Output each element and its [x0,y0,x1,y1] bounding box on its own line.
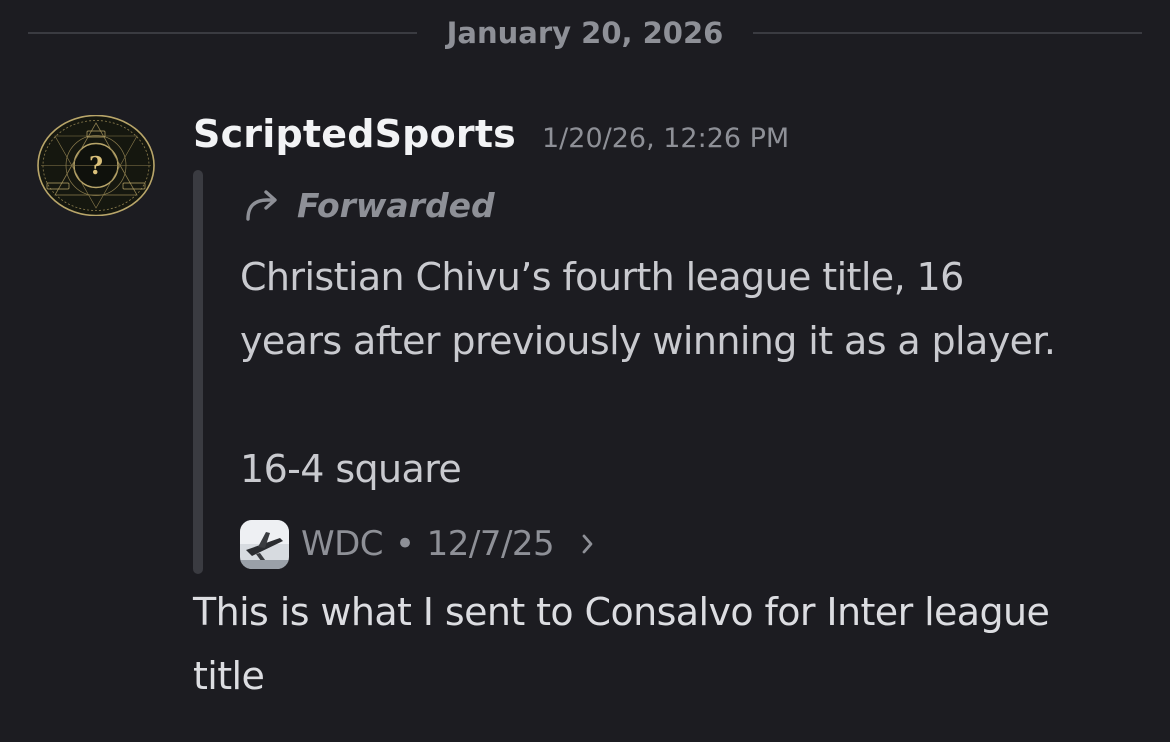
mystery-question-emblem-icon: ? [37,114,155,217]
forwarded-text-line: years after previously winning it as a p… [240,319,1056,363]
message-content: This is what I sent to Consalvo for Inte… [193,580,1153,708]
divider-line-right [753,32,1142,34]
avatar[interactable]: ? [37,114,155,217]
message-text-line: title [193,654,265,698]
source-separator: • [395,524,415,564]
chevron-right-icon [582,534,593,554]
author-name[interactable]: ScriptedSports [193,112,516,156]
forwarded-text-line: 16-4 square [240,447,462,491]
date-divider: January 20, 2026 [28,12,1142,54]
divider-line-left [28,32,417,34]
message-timestamp: 1/20/26, 12:26 PM [542,123,790,154]
forward-arrow-icon [246,190,277,221]
chat-message-view: January 20, 2026 ? ScriptedSports 1/20/2… [0,0,1170,742]
forwarded-message-text: Christian Chivu’s fourth league title, 1… [240,245,1150,501]
forwarded-text-line: Christian Chivu’s fourth league title, 1… [240,255,964,299]
server-thumbnail-icon [240,519,289,569]
svg-text:?: ? [89,151,103,180]
forward-source-link[interactable]: WDC • 12/7/25 [240,518,596,570]
forwarded-label: Forwarded [297,185,495,225]
forwarded-header: Forwarded [243,182,495,228]
forwarded-text-blank-line [240,373,1150,437]
message-text-line: This is what I sent to Consalvo for Inte… [193,590,1050,634]
source-date: 12/7/25 [426,524,555,564]
message-header: ScriptedSports 1/20/26, 12:26 PM [193,112,789,168]
source-server-name: WDC [301,524,384,564]
forwarded-quote-bar [193,170,203,574]
date-divider-label: January 20, 2026 [446,16,724,50]
